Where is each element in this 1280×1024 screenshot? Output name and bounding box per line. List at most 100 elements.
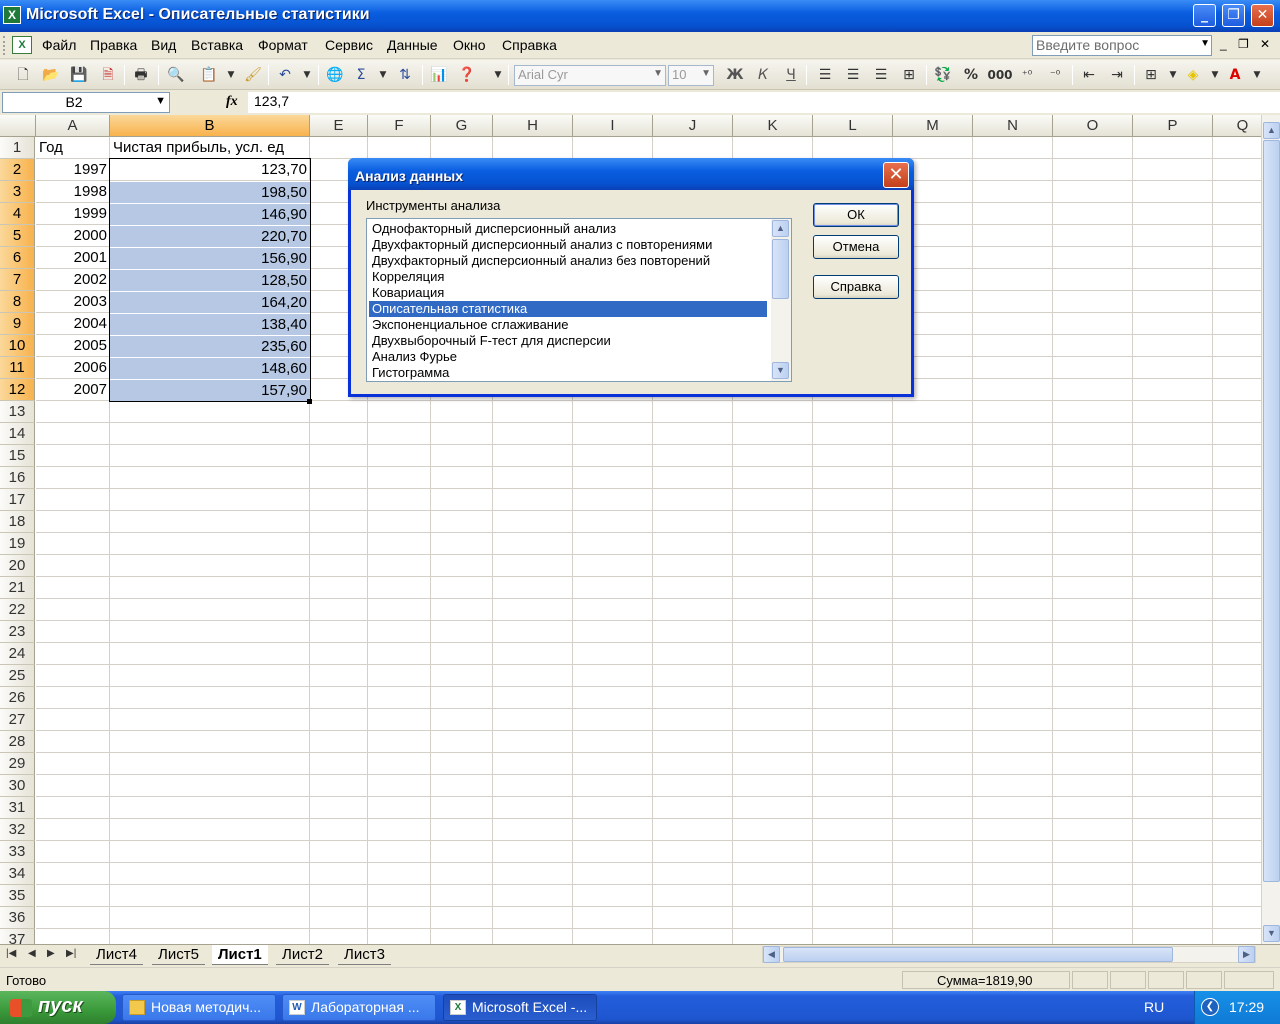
cell-year[interactable]: 2007 (36, 379, 110, 401)
font-size-select[interactable]: 10 ▼ (668, 65, 714, 86)
menu-format[interactable]: Формат (258, 37, 308, 53)
column-header-f[interactable]: F (368, 115, 431, 137)
new-document-icon[interactable]: 🗋 (12, 64, 34, 86)
row-header[interactable]: 29 (0, 753, 35, 775)
column-header-j[interactable]: J (653, 115, 733, 137)
mdi-restore-icon[interactable]: ❐ (1238, 37, 1249, 51)
percent-button[interactable]: % (960, 64, 982, 86)
menu-view[interactable]: Вид (151, 37, 176, 53)
scroll-up-icon[interactable]: ▲ (772, 220, 789, 237)
workbook-icon[interactable]: X (12, 36, 32, 54)
fill-handle[interactable] (307, 399, 312, 404)
chevron-down-icon[interactable]: ▼ (372, 64, 394, 86)
italic-button[interactable]: К (752, 64, 774, 86)
row-header[interactable]: 32 (0, 819, 35, 841)
print-preview-icon[interactable]: 🔍 (165, 64, 187, 86)
cell-year[interactable]: 2001 (36, 247, 110, 269)
close-button[interactable]: ✕ (1251, 4, 1274, 27)
font-name-select[interactable]: Arial Cyr ▼ (514, 65, 666, 86)
analysis-tool-item[interactable]: Корреляция (369, 269, 767, 285)
column-header-g[interactable]: G (431, 115, 493, 137)
increase-indent-icon[interactable]: ⇥ (1106, 64, 1128, 86)
analysis-tool-item[interactable]: Описательная статистика (369, 301, 767, 317)
menu-help[interactable]: Справка (502, 37, 557, 53)
row-header[interactable]: 28 (0, 731, 35, 753)
cell-year[interactable]: 2003 (36, 291, 110, 313)
font-color-icon[interactable]: A (1224, 64, 1246, 86)
sheet-tab-list4[interactable]: Лист4 (90, 945, 143, 965)
column-header-q[interactable]: Q (1213, 115, 1261, 137)
sort-ascending-icon[interactable]: ⇅ (394, 64, 416, 86)
analysis-tool-item[interactable]: Однофакторный дисперсионный анализ (369, 221, 767, 237)
language-indicator[interactable]: RU (1144, 999, 1164, 1015)
thousands-separator-button[interactable]: 000 (986, 64, 1014, 86)
taskbar-button-folder[interactable]: Новая методич... (122, 994, 276, 1021)
mdi-close-icon[interactable]: ✕ (1260, 37, 1270, 51)
mdi-minimize-icon[interactable]: _ (1220, 37, 1227, 51)
prev-sheet-icon[interactable]: ◀ (28, 948, 36, 959)
analysis-tool-item[interactable]: Двухфакторный дисперсионный анализ без п… (369, 253, 767, 269)
column-header-o[interactable]: O (1053, 115, 1133, 137)
decrease-decimal-icon[interactable]: ⁻⁰ (1044, 64, 1066, 86)
select-all-corner[interactable] (0, 115, 36, 137)
borders-icon[interactable]: ⊞ (1140, 64, 1162, 86)
scroll-down-icon[interactable]: ▼ (772, 362, 789, 379)
name-box[interactable]: B2 ▼ (2, 92, 170, 113)
horizontal-scrollbar[interactable]: ◀ ▶ (762, 946, 1256, 963)
row-header[interactable]: 13 (0, 401, 35, 423)
column-header-e[interactable]: E (310, 115, 368, 137)
chevron-down-icon[interactable]: ▼ (701, 68, 711, 79)
row-header[interactable]: 21 (0, 577, 35, 599)
column-header-n[interactable]: N (973, 115, 1053, 137)
hyperlink-icon[interactable]: 🌐 (324, 64, 346, 86)
row-header[interactable]: 20 (0, 555, 35, 577)
column-header-k[interactable]: K (733, 115, 813, 137)
dialog-close-icon[interactable]: ✕ (883, 162, 909, 188)
taskbar-button-excel[interactable]: X Microsoft Excel -... (443, 994, 597, 1021)
vertical-scrollbar[interactable]: ▲ ▼ (1261, 115, 1280, 944)
row-header[interactable]: 4 (0, 203, 35, 225)
print-icon[interactable]: 🖶 (130, 64, 152, 86)
analysis-tool-item[interactable]: Двухвыборочный F-тест для дисперсии (369, 333, 767, 349)
save-icon[interactable]: 💾 (68, 64, 90, 86)
chevron-down-icon[interactable]: ▼ (1200, 38, 1210, 49)
sheet-tab-list1[interactable]: Лист1 (212, 945, 268, 965)
scroll-right-icon[interactable]: ▶ (1238, 946, 1255, 963)
row-header[interactable]: 37 (0, 929, 35, 944)
next-sheet-icon[interactable]: ▶ (47, 948, 55, 959)
sheet-tab-list3[interactable]: Лист3 (338, 945, 391, 965)
help-button[interactable]: Справка (813, 275, 899, 299)
autosum-icon[interactable]: Σ (350, 64, 372, 86)
cell-year[interactable]: 2005 (36, 335, 110, 357)
row-header[interactable]: 10 (0, 335, 35, 357)
analysis-tools-list[interactable]: Однофакторный дисперсионный анализ Двухфа… (366, 218, 792, 382)
row-header[interactable]: 12 (0, 379, 35, 401)
row-header[interactable]: 34 (0, 863, 35, 885)
permission-icon[interactable]: 🗎 (97, 64, 119, 86)
chart-wizard-icon[interactable]: 📊 (428, 64, 450, 86)
undo-icon[interactable]: ↶ (274, 64, 296, 86)
restore-button[interactable]: ❐ (1222, 4, 1245, 27)
align-right-icon[interactable]: ☰ (870, 64, 892, 86)
cell-year[interactable]: 2000 (36, 225, 110, 247)
analysis-tool-item[interactable]: Двухфакторный дисперсионный анализ с пов… (369, 237, 767, 253)
list-scrollbar[interactable]: ▲ ▼ (771, 219, 791, 381)
row-header[interactable]: 18 (0, 511, 35, 533)
row-header[interactable]: 3 (0, 181, 35, 203)
menu-insert[interactable]: Вставка (191, 37, 243, 53)
chevron-down-icon[interactable]: ▼ (220, 64, 242, 86)
cell-year[interactable]: 1997 (36, 159, 110, 181)
format-painter-icon[interactable]: 🖌 (242, 64, 264, 86)
chevron-down-icon[interactable]: ▼ (1204, 64, 1226, 86)
bold-button[interactable]: Ж (724, 64, 746, 86)
analysis-tool-item[interactable]: Гистограмма (369, 365, 767, 381)
fill-color-icon[interactable]: ◈ (1182, 64, 1204, 86)
start-button[interactable]: пуск (0, 991, 116, 1024)
cell-year[interactable]: 2002 (36, 269, 110, 291)
scroll-up-icon[interactable]: ▲ (1263, 122, 1280, 139)
excel-app-icon[interactable]: X (3, 6, 21, 24)
row-header[interactable]: 7 (0, 269, 35, 291)
analysis-tool-item[interactable]: Экспоненциальное сглаживание (369, 317, 767, 333)
open-folder-icon[interactable]: 📂 (40, 64, 62, 86)
cell-a1[interactable]: Год (36, 137, 110, 159)
